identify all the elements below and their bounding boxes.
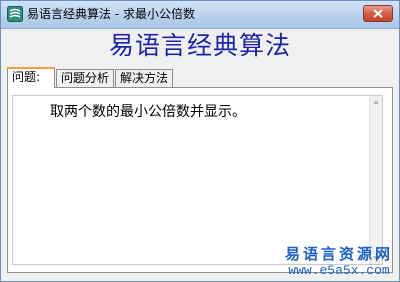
watermark-url: www.e5a5x.com xyxy=(288,263,390,278)
watermark: 易语言资源网 www.e5a5x.com xyxy=(285,245,393,278)
tab-question[interactable]: 问题: xyxy=(7,67,55,88)
watermark-name: 易语言资源网 xyxy=(284,245,393,263)
question-textarea[interactable]: 取两个数的最小公倍数并显示。 xyxy=(12,95,383,265)
page-title: 易语言经典算法 xyxy=(108,31,291,60)
close-icon xyxy=(373,9,383,18)
app-logo-icon xyxy=(7,6,23,22)
vertical-scrollbar[interactable] xyxy=(369,96,382,264)
app-window: 易语言经典算法 - 求最小公倍数 易语言经典算法 问题: 问题分析 解决方法 取… xyxy=(0,0,400,282)
title-bar[interactable]: 易语言经典算法 - 求最小公倍数 xyxy=(1,1,399,29)
scroll-up-icon[interactable] xyxy=(370,96,382,108)
tab-solution[interactable]: 解决方法 xyxy=(115,69,173,87)
window-title: 易语言经典算法 - 求最小公倍数 xyxy=(27,7,195,21)
tab-analysis[interactable]: 问题分析 xyxy=(56,69,114,87)
close-button[interactable] xyxy=(363,5,393,22)
question-text: 取两个数的最小公倍数并显示。 xyxy=(50,104,246,120)
